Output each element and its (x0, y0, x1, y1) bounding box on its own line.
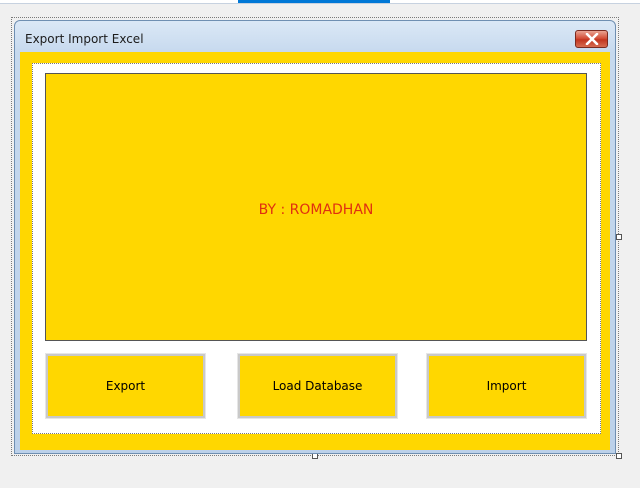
main-panel: BY : ROMADHAN Export Load Database Impor… (32, 63, 601, 434)
load-database-button[interactable]: Load Database (237, 353, 398, 419)
close-icon (585, 33, 598, 45)
form-window: Export Import Excel BY : ROMADHAN Export… (14, 20, 616, 454)
credit-label: BY : ROMADHAN (258, 202, 374, 218)
export-button[interactable]: Export (45, 353, 206, 419)
resize-handle-corner[interactable] (616, 453, 622, 459)
banner-box: BY : ROMADHAN (45, 73, 587, 341)
import-button[interactable]: Import (426, 353, 587, 419)
resize-handle-right[interactable] (616, 234, 622, 240)
top-divider (0, 3, 640, 4)
close-button[interactable] (575, 30, 608, 48)
window-title: Export Import Excel (25, 32, 144, 46)
form-client-area: BY : ROMADHAN Export Load Database Impor… (20, 52, 610, 450)
